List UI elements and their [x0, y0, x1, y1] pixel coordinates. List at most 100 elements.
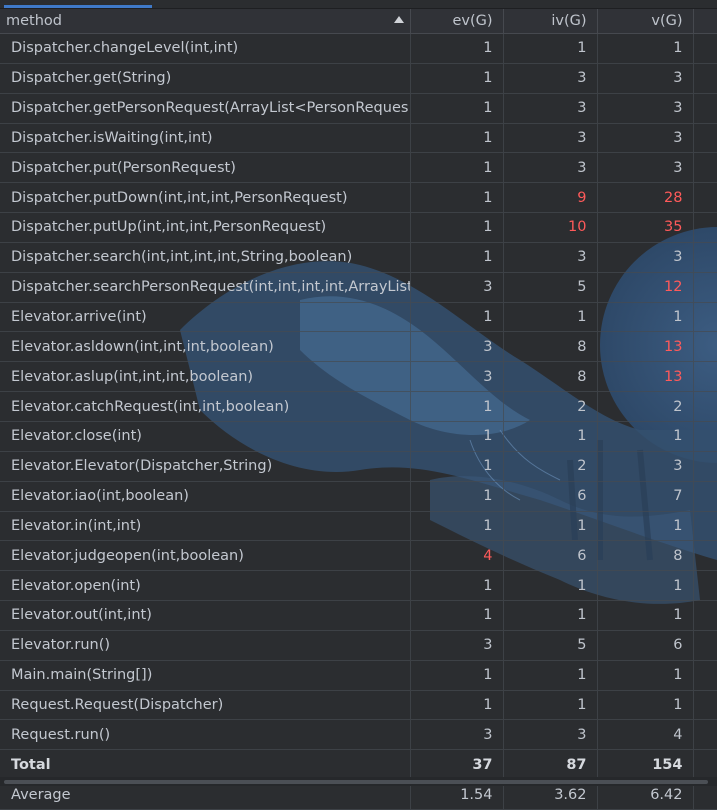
table-row[interactable]: Dispatcher.getPersonRequest(ArrayList<Pe… [0, 93, 717, 124]
table-row[interactable]: Elevator.catchRequest(int,int,boolean) 1 2… [0, 391, 717, 422]
ev-cell: 1 [409, 242, 503, 273]
method-cell: Dispatcher.get(String) [0, 63, 410, 94]
ev-cell: 3 [409, 331, 503, 363]
table-row[interactable]: Elevator.open(int) 1 1 1 [0, 570, 717, 602]
method-cell: Main.main(String[]) [0, 660, 410, 691]
v-cell: 1 [596, 302, 693, 333]
total-label: Total [0, 749, 410, 781]
ev-cell: 1 [409, 391, 503, 422]
table-row[interactable]: Elevator.iao(int,boolean) 1 6 7 [0, 481, 717, 512]
ev-cell: 1 [409, 511, 503, 542]
filler-cell [692, 690, 717, 721]
method-metrics-table: method ev(G) iv(G) v(G) Dispatcher.chang… [0, 9, 717, 810]
iv-cell: 3 [502, 93, 597, 124]
method-cell: Dispatcher.search(int,int,int,int,String… [0, 242, 410, 273]
filler-cell [692, 540, 717, 572]
method-cell: Elevator.open(int) [0, 570, 410, 602]
table-row[interactable]: Request.run() 3 3 4 [0, 719, 717, 751]
filler-cell [692, 451, 717, 482]
ev-cell: 1 [409, 451, 503, 482]
method-cell: Dispatcher.searchPersonRequest(int,int,i… [0, 272, 410, 303]
table-row[interactable]: Dispatcher.putUp(int,int,int,PersonReque… [0, 212, 717, 243]
ev-cell: 1 [409, 570, 503, 602]
method-cell: Dispatcher.getPersonRequest(ArrayList<Pe… [0, 93, 410, 124]
ev-cell: 1 [409, 152, 503, 184]
table-row[interactable]: Dispatcher.get(String) 1 3 3 [0, 63, 717, 94]
filler-cell [692, 630, 717, 661]
filler-cell [692, 33, 717, 64]
filler-cell [692, 123, 717, 154]
table-header-row: method ev(G) iv(G) v(G) [0, 9, 717, 34]
ev-cell: 3 [409, 719, 503, 751]
iv-cell: 2 [502, 391, 597, 422]
iv-cell: 6 [502, 540, 597, 572]
v-cell: 12 [596, 272, 693, 303]
method-cell: Request.run() [0, 719, 410, 751]
metrics-panel: method ev(G) iv(G) v(G) Dispatcher.chang… [0, 0, 717, 810]
ev-cell: 1 [409, 302, 503, 333]
method-cell: Dispatcher.put(PersonRequest) [0, 152, 410, 184]
filler-cell [692, 719, 717, 751]
filler-cell [692, 302, 717, 333]
table-row[interactable]: Dispatcher.searchPersonRequest(int,int,i… [0, 272, 717, 303]
ev-cell: 4 [409, 540, 503, 572]
table-row[interactable]: Elevator.aslup(int,int,int,boolean) 3 8 13 [0, 361, 717, 393]
ev-cell: 1 [409, 212, 503, 243]
v-cell: 1 [596, 33, 693, 64]
scrollbar-thumb[interactable] [4, 780, 708, 784]
method-cell: Elevator.aslup(int,int,int,boolean) [0, 361, 410, 393]
column-header-v[interactable]: v(G) [597, 9, 694, 34]
iv-cell: 2 [502, 451, 597, 482]
filler-cell [692, 93, 717, 124]
method-cell: Elevator.catchRequest(int,int,boolean) [0, 391, 410, 422]
table-row[interactable]: Dispatcher.put(PersonRequest) 1 3 3 [0, 152, 717, 184]
v-cell: 1 [596, 600, 693, 631]
table-row[interactable]: Elevator.Elevator(Dispatcher,String) 1 2 3 [0, 451, 717, 482]
column-header-method[interactable]: method [0, 9, 411, 34]
ev-cell: 1 [409, 93, 503, 124]
table-row[interactable]: Elevator.out(int,int) 1 1 1 [0, 600, 717, 631]
ev-cell: 3 [409, 361, 503, 393]
table-row[interactable]: Main.main(String[]) 1 1 1 [0, 660, 717, 691]
total-row[interactable]: Total 37 87 154 [0, 749, 717, 781]
filler-cell [692, 570, 717, 602]
column-header-iv[interactable]: iv(G) [503, 9, 598, 34]
iv-cell: 8 [502, 361, 597, 393]
v-cell: 3 [596, 152, 693, 184]
method-cell: Elevator.asldown(int,int,int,boolean) [0, 331, 410, 363]
v-cell: 8 [596, 540, 693, 572]
method-cell: Dispatcher.putUp(int,int,int,PersonReque… [0, 212, 410, 243]
ev-cell: 1 [409, 660, 503, 691]
ev-cell: 1 [409, 182, 503, 214]
ev-cell: 3 [409, 272, 503, 303]
table-row[interactable]: Elevator.close(int) 1 1 1 [0, 421, 717, 452]
table-row[interactable]: Dispatcher.putDown(int,int,int,PersonReq… [0, 182, 717, 214]
method-cell: Dispatcher.changeLevel(int,int) [0, 33, 410, 64]
sort-ascending-icon [393, 16, 404, 23]
table-row[interactable]: Dispatcher.isWaiting(int,int) 1 3 3 [0, 123, 717, 154]
table-row[interactable]: Dispatcher.search(int,int,int,int,String… [0, 242, 717, 273]
table-row[interactable]: Elevator.run() 3 5 6 [0, 630, 717, 661]
table-row[interactable]: Dispatcher.changeLevel(int,int) 1 1 1 [0, 33, 717, 64]
table-row[interactable]: Elevator.asldown(int,int,int,boolean) 3 8 1… [0, 331, 717, 363]
iv-cell: 6 [502, 481, 597, 512]
table-row[interactable]: Request.Request(Dispatcher) 1 1 1 [0, 690, 717, 721]
table-row[interactable]: Elevator.arrive(int) 1 1 1 [0, 302, 717, 333]
filler-cell [692, 212, 717, 243]
v-cell: 3 [596, 63, 693, 94]
column-header-ev[interactable]: ev(G) [410, 9, 504, 34]
method-cell: Elevator.arrive(int) [0, 302, 410, 333]
method-cell: Elevator.Elevator(Dispatcher,String) [0, 451, 410, 482]
iv-cell: 1 [502, 33, 597, 64]
method-cell: Elevator.in(int,int) [0, 511, 410, 542]
v-cell: 3 [596, 242, 693, 273]
v-cell: 1 [596, 690, 693, 721]
total-v: 154 [596, 749, 693, 781]
filler-cell [692, 600, 717, 631]
ev-cell: 1 [409, 63, 503, 94]
iv-cell: 3 [502, 123, 597, 154]
table-row[interactable]: Elevator.in(int,int) 1 1 1 [0, 511, 717, 542]
filler-cell [692, 361, 717, 393]
v-cell: 1 [596, 421, 693, 452]
table-row[interactable]: Elevator.judgeopen(int,boolean) 4 6 8 [0, 540, 717, 572]
